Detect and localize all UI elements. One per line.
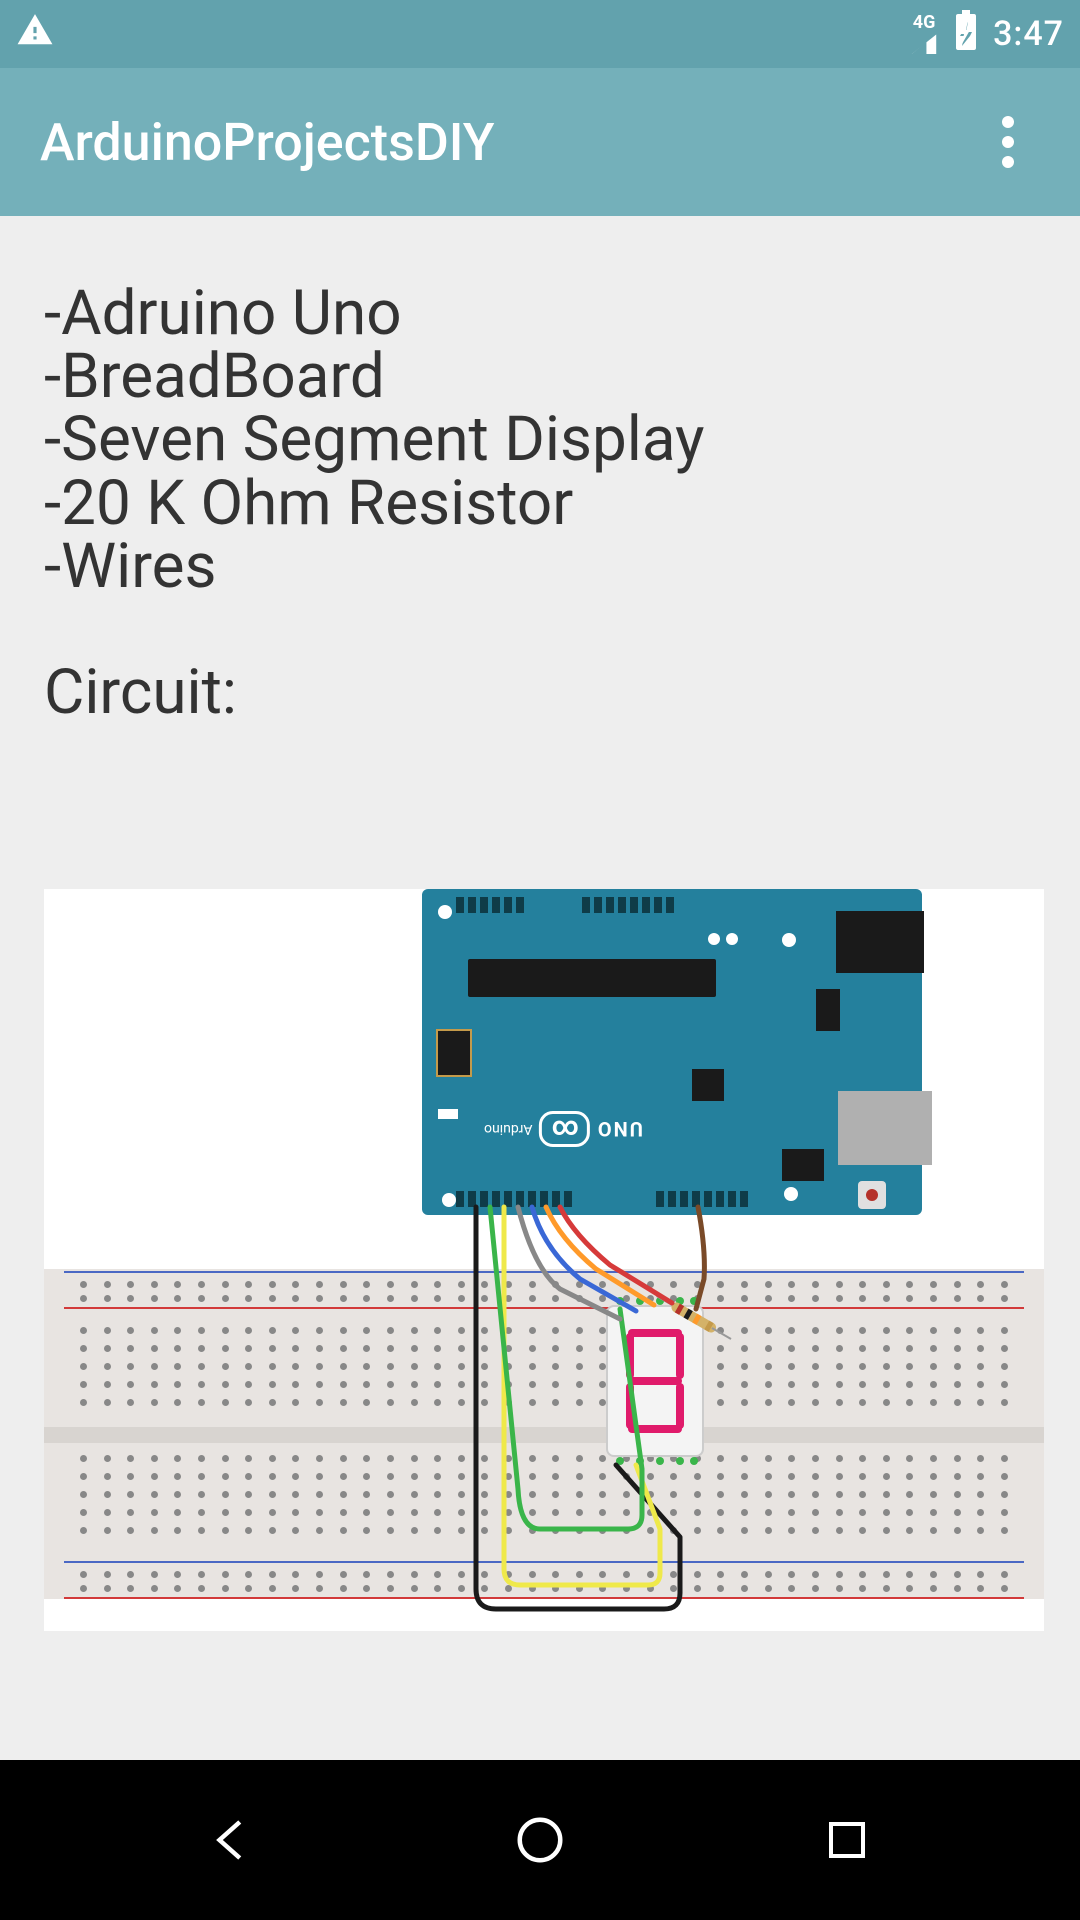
- icsp-header: [436, 1029, 472, 1077]
- recents-square-icon: [823, 1816, 871, 1864]
- atmega-chip: [468, 959, 716, 997]
- material-item: -Wires: [44, 535, 1036, 598]
- barrel-jack: [838, 1091, 932, 1165]
- material-item: -Adruino Uno: [44, 282, 1036, 345]
- analog-pin-header: [456, 897, 524, 913]
- seven-segment-display: [608, 1307, 702, 1455]
- app-title: ArduinoProjectsDIY: [40, 112, 495, 173]
- warning-icon: [16, 11, 54, 58]
- on-led: [438, 1109, 458, 1119]
- mounting-holes: [708, 933, 738, 945]
- digital-pin-header-b: [656, 1191, 748, 1207]
- clock-time: 3:47: [993, 14, 1064, 54]
- back-button[interactable]: [193, 1800, 273, 1880]
- voltage-regulator: [816, 989, 840, 1031]
- power-pin-header: [582, 897, 674, 913]
- more-vert-icon: [1002, 116, 1014, 168]
- navigation-bar: [0, 1760, 1080, 1920]
- article-content: -Adruino Uno -BreadBoard -Seven Segment …: [0, 216, 1080, 1760]
- material-item: -20 K Ohm Resistor: [44, 472, 1036, 535]
- circuit-diagram: UNO ∞ Arduino: [44, 889, 1044, 1631]
- app-bar: ArduinoProjectsDIY: [0, 68, 1080, 216]
- overflow-menu-button[interactable]: [972, 106, 1044, 178]
- small-chip: [692, 1069, 724, 1101]
- uno-logo: UNO ∞ Arduino: [484, 1111, 643, 1147]
- breadboard: [44, 1269, 1044, 1599]
- recents-button[interactable]: [807, 1800, 887, 1880]
- back-icon: [206, 1813, 260, 1867]
- home-circle-icon: [513, 1813, 567, 1867]
- icsp-2-header: [782, 1149, 824, 1181]
- home-button[interactable]: [500, 1800, 580, 1880]
- status-bar: 4G 3:47: [0, 0, 1080, 68]
- material-item: -Seven Segment Display: [44, 408, 1036, 471]
- digital-pin-header-a: [456, 1191, 572, 1207]
- network-4g-icon: 4G: [909, 14, 939, 54]
- materials-list: -Adruino Uno -BreadBoard -Seven Segment …: [44, 282, 1036, 598]
- usb-connector: [836, 911, 924, 973]
- circuit-heading: Circuit:: [44, 656, 1036, 729]
- arduino-uno-board: UNO ∞ Arduino: [422, 889, 922, 1215]
- reset-button: [858, 1181, 886, 1209]
- battery-charging-icon: [953, 10, 979, 59]
- material-item: -BreadBoard: [44, 345, 1036, 408]
